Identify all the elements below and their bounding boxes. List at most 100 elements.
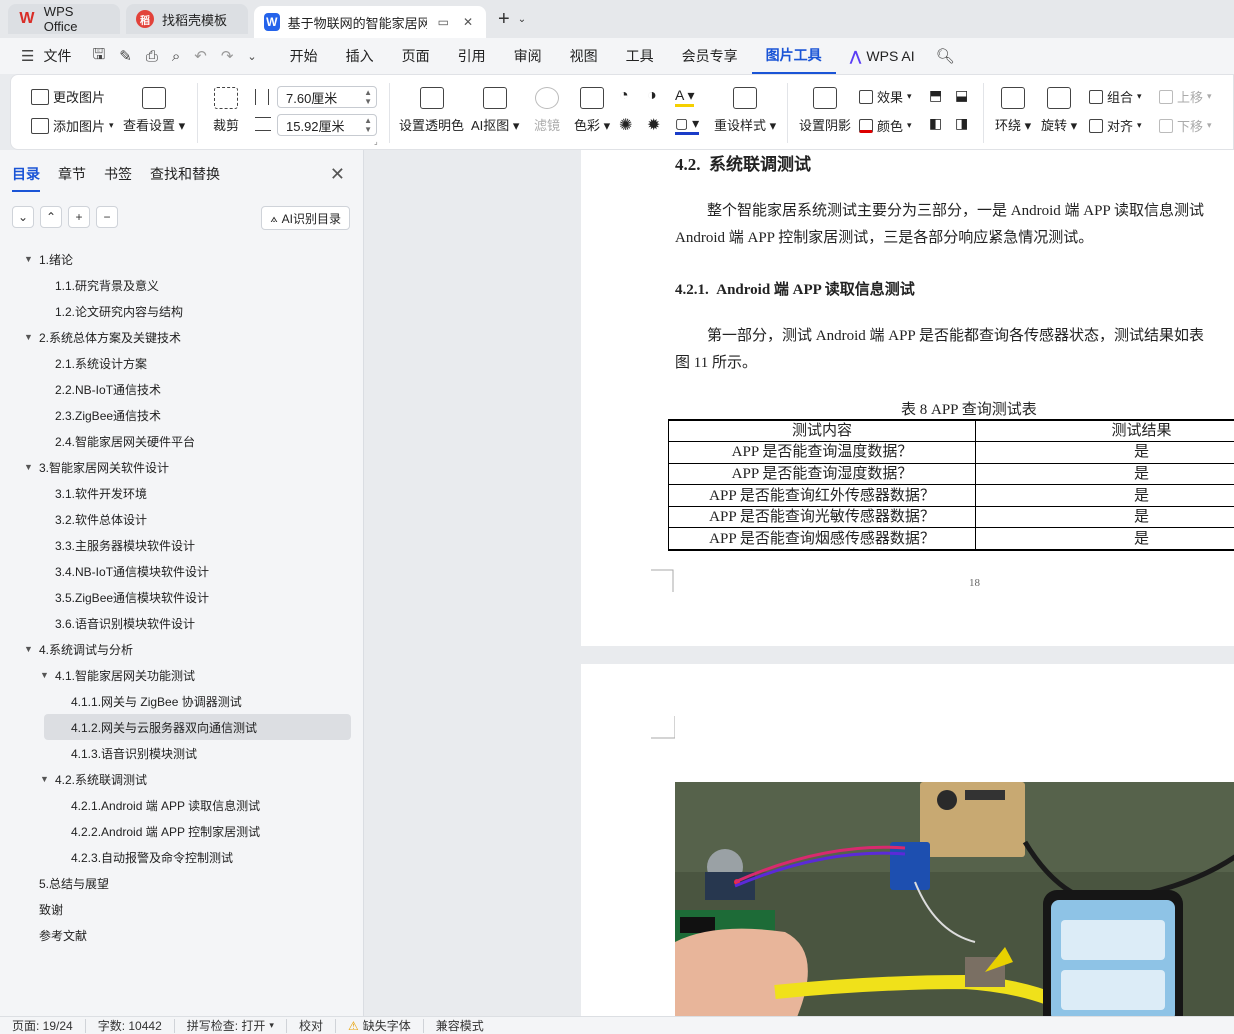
expand-triangle-icon[interactable]: ▼ bbox=[40, 774, 49, 784]
toc-item[interactable]: ▼ 3.智能家居网关软件设计 bbox=[0, 454, 364, 480]
effect-button[interactable]: 效果 ▾ bbox=[859, 87, 912, 106]
move-down-button[interactable]: 下移 ▾ bbox=[1159, 116, 1212, 135]
menu-references[interactable]: 引用 bbox=[444, 38, 500, 74]
menu-file[interactable]: 文件 bbox=[41, 38, 85, 74]
word-count[interactable]: 字数: 10442 bbox=[86, 1018, 175, 1033]
menu-insert[interactable]: 插入 bbox=[332, 38, 388, 74]
tab-wps-office[interactable]: W WPS Office bbox=[8, 4, 120, 34]
toc-item[interactable]: ▼ 1.绪论 bbox=[0, 246, 364, 272]
close-icon[interactable]: ✕ bbox=[460, 15, 476, 29]
missing-font-button[interactable]: ⚠ 缺失字体 bbox=[336, 1018, 424, 1033]
toc-item[interactable]: 3.6.语音识别模块软件设计 bbox=[0, 610, 364, 636]
menu-picture-tools[interactable]: 图片工具 bbox=[751, 38, 836, 74]
nav-tab-bookmarks[interactable]: 书签 bbox=[104, 164, 132, 192]
reset-style-button[interactable]: 重设样式 ▾ bbox=[714, 87, 776, 134]
toc-item[interactable]: 2.4.智能家居网关硬件平台 bbox=[0, 428, 364, 454]
toc-item[interactable]: 3.3.主服务器模块软件设计 bbox=[0, 532, 364, 558]
toc-item[interactable]: 2.1.系统设计方案 bbox=[0, 350, 364, 376]
menu-review[interactable]: 审阅 bbox=[500, 38, 556, 74]
toc-item[interactable]: 4.1.3.语音识别模块测试 bbox=[0, 740, 364, 766]
toc-item[interactable]: ▼ 4.系统调试与分析 bbox=[0, 636, 364, 662]
stepper-arrows-icon[interactable]: ▲ ▼ bbox=[364, 88, 376, 106]
new-tab-button[interactable]: + ⌄ bbox=[492, 8, 532, 31]
toc-item[interactable]: ▼ 2.系统总体方案及关键技术 bbox=[0, 324, 364, 350]
change-image-button[interactable]: 更改图片 bbox=[31, 87, 105, 106]
shadow-up-icon[interactable]: ⬒ bbox=[929, 87, 942, 104]
toc-item[interactable]: 4.2.2.Android 端 APP 控制家居测试 bbox=[0, 818, 364, 844]
nav-tab-find-replace[interactable]: 查找和替换 bbox=[150, 164, 220, 192]
color2-button[interactable]: 颜色 ▾ bbox=[859, 116, 912, 135]
menu-wps-ai[interactable]: ⋀ WPS AI bbox=[836, 38, 929, 74]
contrast-down-icon[interactable]: ✹ bbox=[647, 115, 660, 135]
shadow-right-icon[interactable]: ◨ bbox=[955, 115, 968, 132]
toc-item[interactable]: 5.总结与展望 bbox=[0, 870, 364, 896]
hardware-test-photo[interactable] bbox=[675, 782, 1234, 1016]
toc-item[interactable]: 1.1.研究背景及意义 bbox=[0, 272, 364, 298]
chevron-down-icon[interactable]: ⌄ bbox=[240, 50, 263, 63]
toc-item[interactable]: 3.2.软件总体设计 bbox=[0, 506, 364, 532]
toc-item[interactable]: 致谢 bbox=[0, 896, 364, 922]
fill-color-icon[interactable]: A ▾ bbox=[675, 87, 695, 107]
expand-triangle-icon[interactable]: ▼ bbox=[24, 332, 33, 342]
add-image-button[interactable]: 添加图片 ▾ bbox=[31, 116, 114, 135]
menu-tools[interactable]: 工具 bbox=[612, 38, 668, 74]
toc-item[interactable]: 2.2.NB-IoT通信技术 bbox=[0, 376, 364, 402]
redo-icon[interactable]: ↷ bbox=[214, 47, 241, 65]
menu-view[interactable]: 视图 bbox=[556, 38, 612, 74]
toc-item[interactable]: 1.2.论文研究内容与结构 bbox=[0, 298, 364, 324]
shadow-left-icon[interactable]: ◧ bbox=[929, 115, 942, 132]
menu-home[interactable]: 开始 bbox=[276, 38, 332, 74]
brightness-up-icon[interactable]: ◔ bbox=[619, 87, 629, 105]
search-icon[interactable]: 🔍︎ bbox=[929, 47, 962, 65]
toc-item[interactable]: ▼ 4.2.系统联调测试 bbox=[0, 766, 364, 792]
nav-tab-toc[interactable]: 目录 bbox=[12, 164, 40, 192]
expand-triangle-icon[interactable]: ▼ bbox=[40, 670, 49, 680]
menu-page[interactable]: 页面 bbox=[388, 38, 444, 74]
close-icon[interactable]: ✕ bbox=[330, 164, 345, 185]
move-up-button[interactable]: 上移 ▾ bbox=[1159, 87, 1212, 106]
contrast-up-icon[interactable]: ◑ bbox=[647, 87, 657, 105]
tab-docer-templates[interactable]: 稻 找稻壳模板 bbox=[126, 4, 248, 34]
tab-document[interactable]: W 基于物联网的智能家居网关设 ▭ ✕ bbox=[254, 6, 486, 38]
toc-item[interactable]: 3.1.软件开发环境 bbox=[0, 480, 364, 506]
page-indicator[interactable]: 页面: 19/24 bbox=[0, 1018, 86, 1033]
toc-item[interactable]: 2.3.ZigBee通信技术 bbox=[0, 402, 364, 428]
brightness-icon[interactable]: ✺ bbox=[619, 115, 632, 135]
shadow-down-icon[interactable]: ⬓ bbox=[955, 87, 968, 104]
proofread-button[interactable]: 校对 bbox=[287, 1018, 336, 1033]
align-button[interactable]: 对齐 ▾ bbox=[1089, 116, 1142, 135]
filter-button[interactable]: 滤镜 bbox=[534, 87, 560, 134]
undo-icon[interactable]: ↶ bbox=[187, 47, 214, 65]
print-preview-icon[interactable]: ⌕ bbox=[165, 48, 187, 65]
toc-item[interactable]: 4.1.2.网关与云服务器双向通信测试 bbox=[44, 714, 351, 740]
toc-item[interactable]: 4.1.1.网关与 ZigBee 协调器测试 bbox=[0, 688, 364, 714]
toc-item[interactable]: 3.5.ZigBee通信模块软件设计 bbox=[0, 584, 364, 610]
wrap-button[interactable]: 环绕 ▾ bbox=[995, 87, 1031, 134]
crop-button[interactable]: 裁剪 bbox=[213, 87, 239, 134]
ai-cutout-button[interactable]: AI抠图 ▾ bbox=[471, 87, 519, 134]
color-button[interactable]: 色彩 ▾ bbox=[574, 87, 610, 134]
add-heading-icon[interactable]: + bbox=[68, 206, 90, 228]
expand-all-icon[interactable]: ⌄ bbox=[12, 206, 34, 228]
screen-icon[interactable]: ▭ bbox=[435, 15, 452, 29]
view-settings-button[interactable]: 查看设置 ▾ bbox=[123, 87, 185, 134]
toc-item[interactable]: 4.2.3.自动报警及命令控制测试 bbox=[0, 844, 364, 870]
hamburger-icon[interactable]: ☰ bbox=[14, 47, 41, 65]
ribbon-expand-icon[interactable]: ⌟ bbox=[374, 137, 378, 146]
height-stepper[interactable]: 15.92厘米 ▲ ▼ bbox=[277, 114, 377, 136]
expand-triangle-icon[interactable]: ▼ bbox=[24, 462, 33, 472]
width-stepper[interactable]: 7.60厘米 ▲ ▼ bbox=[277, 86, 377, 108]
set-shadow-button[interactable]: 设置阴影 bbox=[799, 87, 851, 134]
nav-tab-chapters[interactable]: 章节 bbox=[58, 164, 86, 192]
toc-item[interactable]: 3.4.NB-IoT通信模块软件设计 bbox=[0, 558, 364, 584]
menu-member[interactable]: 会员专享 bbox=[668, 38, 752, 74]
group-button[interactable]: 组合 ▾ bbox=[1089, 87, 1142, 106]
set-transparent-button[interactable]: 设置透明色 bbox=[399, 87, 464, 134]
toc-item[interactable]: ▼ 4.1.智能家居网关功能测试 bbox=[0, 662, 364, 688]
print-icon[interactable]: ⎙ bbox=[139, 48, 165, 65]
spell-check-toggle[interactable]: 拼写检查: 打开 ▾ bbox=[175, 1018, 287, 1033]
toc-item[interactable]: 参考文献 bbox=[0, 922, 364, 948]
collapse-all-icon[interactable]: ⌃ bbox=[40, 206, 62, 228]
outline-color-icon[interactable]: ▢ ▾ bbox=[675, 115, 700, 135]
rotate-button[interactable]: 旋转 ▾ bbox=[1041, 87, 1077, 134]
